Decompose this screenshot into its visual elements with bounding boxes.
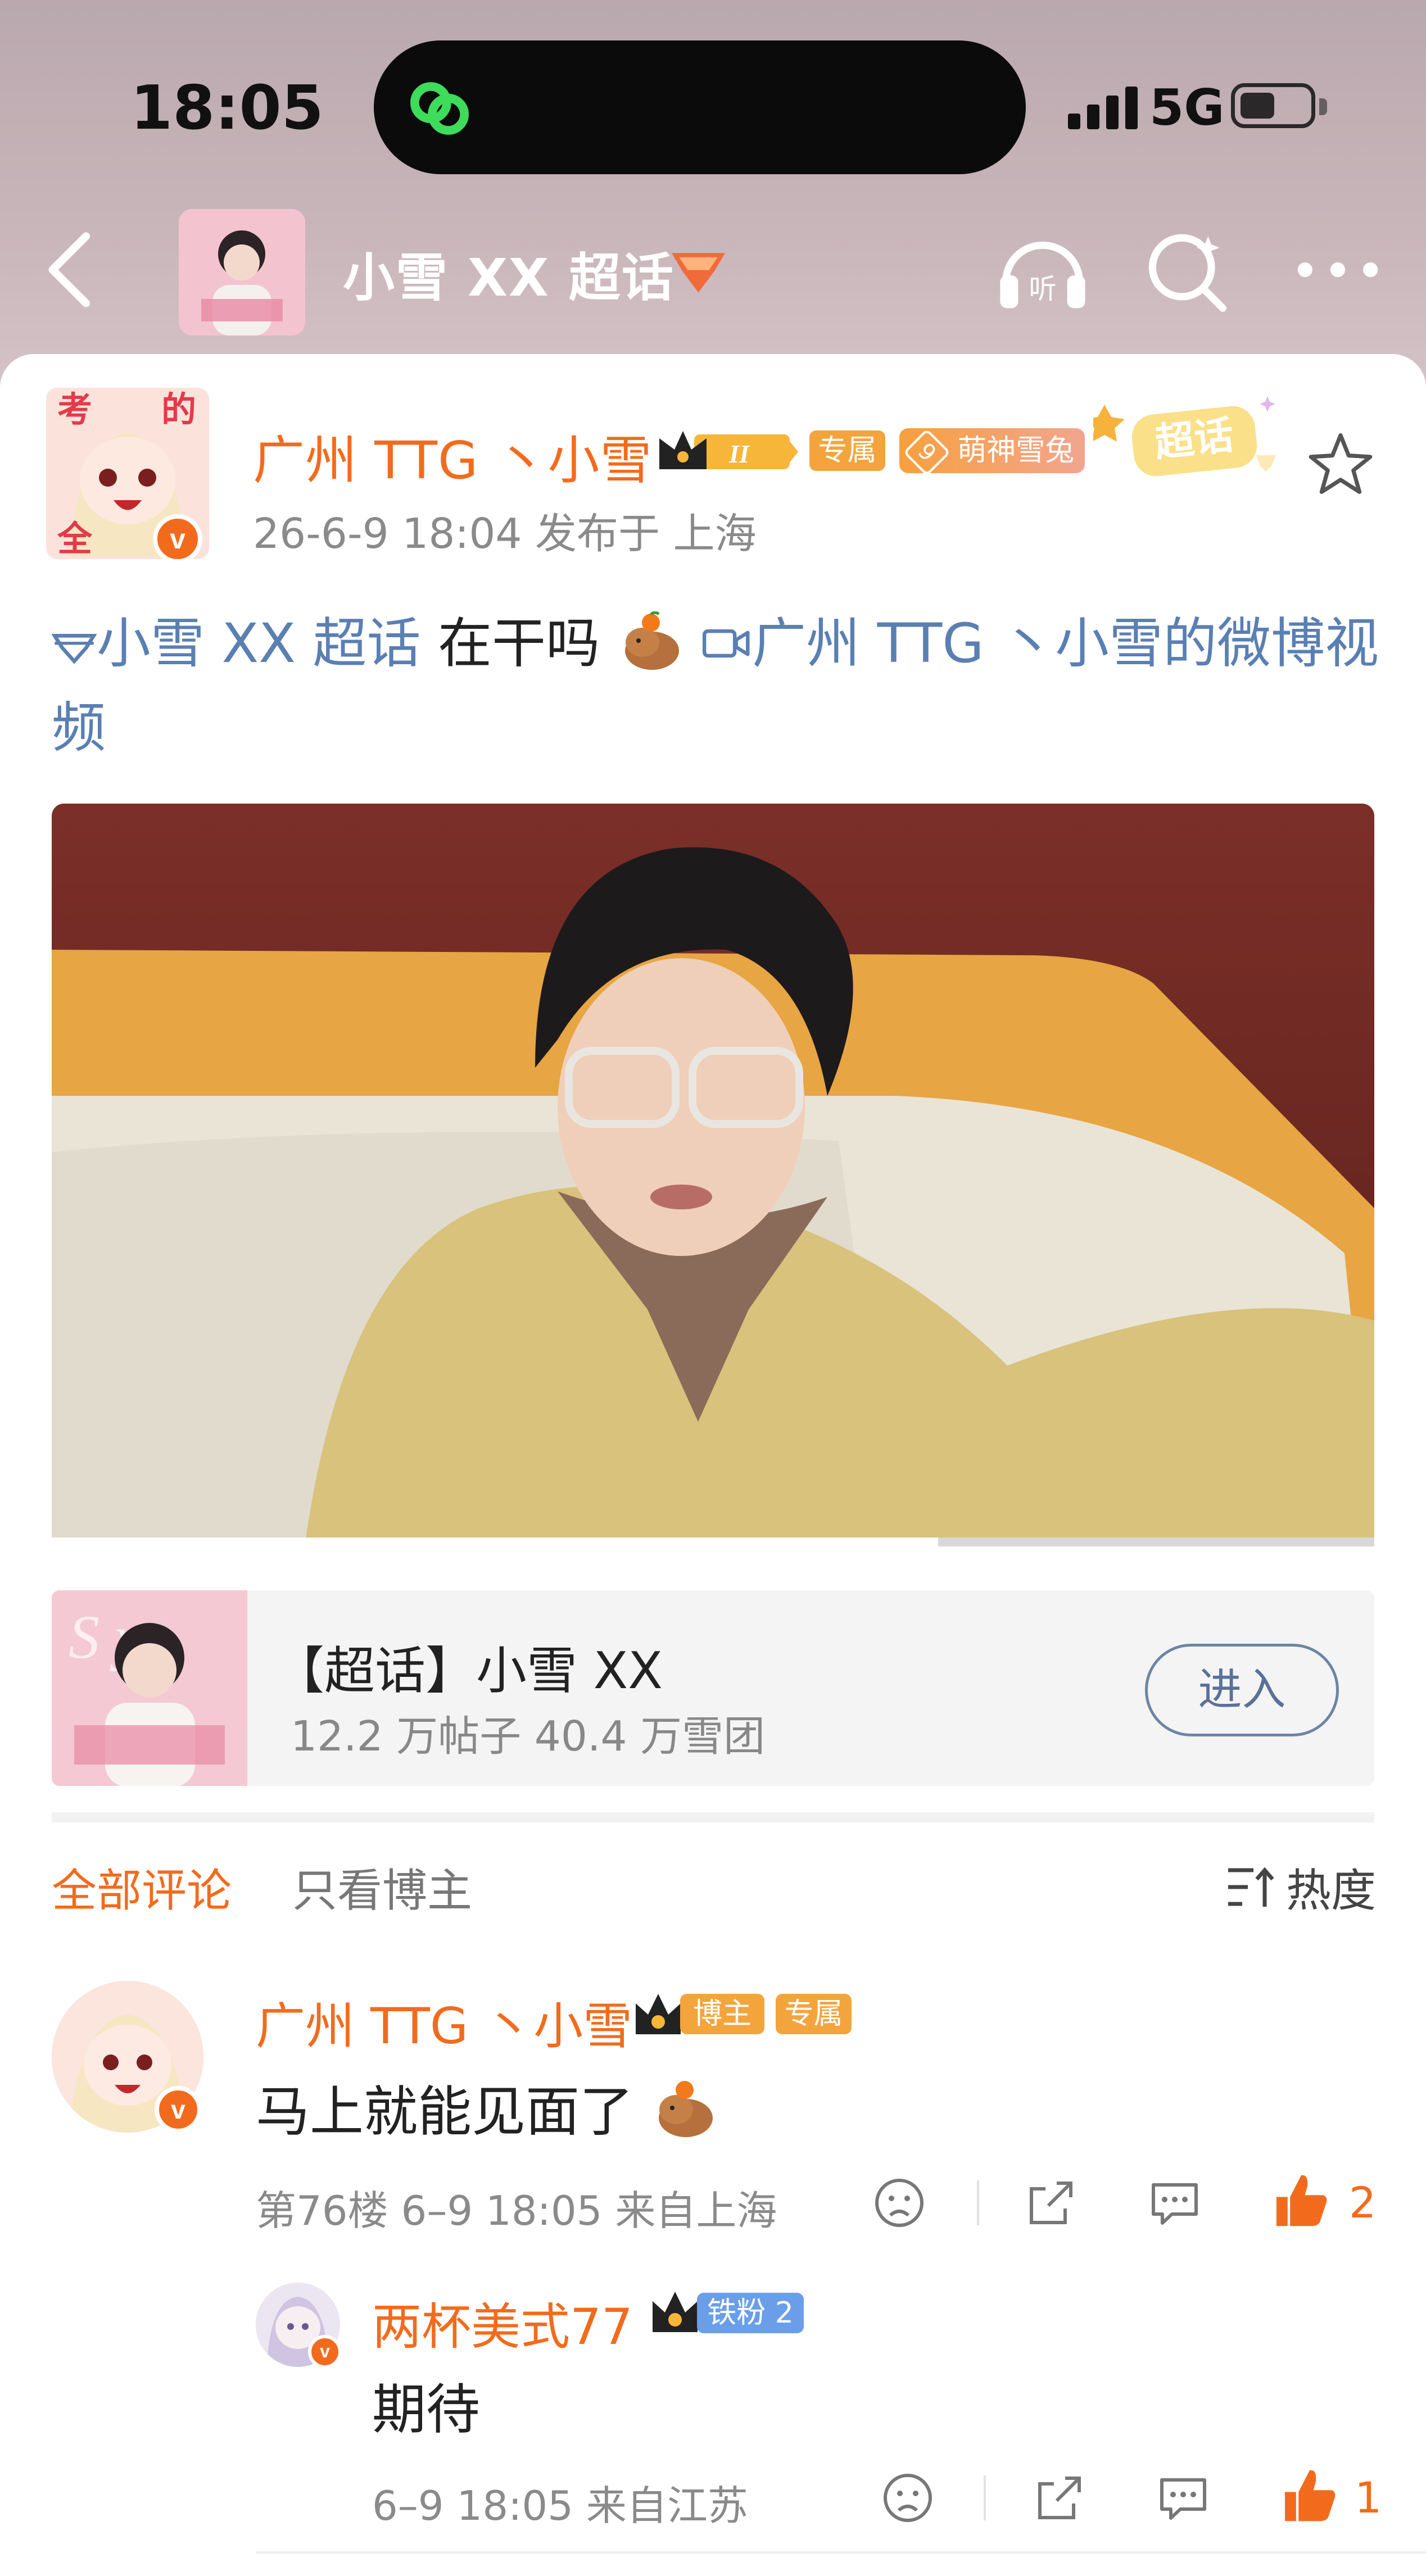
crown-icon [636,1994,681,2034]
video-progress-fill [52,1538,938,1546]
author-name[interactable]: 广州 TTG 丶小雪 [253,419,653,493]
post-body-text: 在干吗 [438,612,600,675]
exclusive-tag: 专属 [776,1994,852,2034]
person-image-icon [179,209,305,335]
comment-author-name[interactable]: 广州 TTG 丶小雪 [256,1987,632,2058]
diamond-icon [51,634,97,664]
svg-text:全: 全 [57,518,93,559]
person-image-icon: S y [52,1590,247,1786]
sort-label: 热度 [1286,1865,1376,1917]
topic-card-title: 【超话】小雪 XX [274,1641,663,1700]
reply-meta: 6–9 18:05 来自江苏 [372,2482,748,2529]
author-role-tag: 博主 [680,1994,764,2034]
share-icon[interactable] [1023,2175,1079,2231]
like-count: 1 [1355,2473,1382,2523]
post-meta: 26-6-9 18:04 发布于 上海 [253,510,757,558]
reply-author-name[interactable]: 两杯美式77 [372,2287,633,2359]
comment-divider [256,2551,1426,2554]
capybara-emoji-icon [624,611,679,670]
post-text: 小雪 XX 超话 在干吗 广州 TTG 丶小雪的微博视频 [51,601,1384,770]
dislike-face-icon[interactable] [880,2470,936,2526]
video-frame-image [52,804,1374,1546]
link-icon [410,82,469,135]
more-icon[interactable] [1287,225,1388,315]
topic-avatar[interactable] [179,209,305,335]
dynamic-island [374,40,1026,174]
video-player[interactable] [52,804,1374,1546]
video-camera-icon [703,629,750,658]
svg-text:听: 听 [1029,273,1056,305]
verified-icon: v [153,514,202,564]
video-progress-bar[interactable] [52,1538,1374,1546]
chaohua-logo-icon: 超话 [1093,396,1276,477]
back-icon[interactable] [39,230,101,309]
topic-card[interactable]: S y 【超话】小雪 XX 12.2 万帖子 40.4 万雪团 进入 [52,1590,1374,1786]
topic-card-image: S y [52,1590,247,1786]
verified-icon: v [155,2086,202,2133]
action-separator [984,2475,986,2520]
dislike-face-icon[interactable] [871,2175,927,2231]
fan-level: 9 [903,428,951,477]
sort-icon [1228,1867,1274,1907]
page-title: 小雪 XX 超话 [343,248,674,308]
share-icon[interactable] [1031,2470,1088,2526]
crown-icon [653,2292,698,2332]
like-count: 2 [1349,2178,1377,2228]
comment-meta: 第76楼 6–9 18:05 来自上海 [256,2187,777,2234]
listen-icon[interactable]: 听 [992,225,1093,315]
favorite-star-icon[interactable] [1307,430,1374,497]
verified-icon: v [308,2335,342,2369]
svg-text:的: 的 [161,389,196,430]
tab-author-only[interactable]: 只看博主 [292,1854,472,1920]
capybara-emoji-icon [658,2081,713,2137]
action-separator [977,2180,979,2225]
search-icon[interactable] [1135,225,1237,315]
comment-icon[interactable] [1155,2470,1211,2526]
exclusive-tag: 专属 [809,430,885,471]
status-time: 18:05 [130,73,324,143]
svg-text:II: II [728,439,750,468]
comment-text-body: 马上就能见面了 [256,2080,633,2143]
signal-icon [1068,84,1138,129]
section-divider [52,1812,1374,1822]
topic-link-label: 小雪 XX 超话 [97,612,421,675]
tab-all-comments[interactable]: 全部评论 [52,1854,232,1920]
comment-icon[interactable] [1147,2175,1203,2231]
crown-level-icon: II [659,431,798,469]
diamond-badge-icon [672,253,725,293]
battery-icon [1231,83,1327,128]
topic-link[interactable]: 小雪 XX 超话 [51,612,438,675]
comment-text: 马上就能见面了 [256,2068,718,2146]
fan-title-tag: 9 萌神雪兔 [899,428,1085,477]
like-icon[interactable] [1279,2464,1341,2526]
svg-text:考: 考 [57,389,92,430]
network-type: 5G [1149,79,1225,137]
like-icon[interactable] [1270,2169,1332,2231]
fan-title-label: 萌神雪兔 [957,434,1075,468]
enter-topic-button[interactable]: 进入 [1145,1644,1339,1736]
reply-text: 期待 [372,2378,480,2441]
svg-text:超话: 超话 [1153,412,1236,466]
iron-fan-tag: 铁粉 2 [697,2293,804,2333]
sort-hot-button[interactable]: 热度 [1225,1854,1376,1920]
topic-card-stats: 12.2 万帖子 40.4 万雪团 [291,1712,766,1761]
